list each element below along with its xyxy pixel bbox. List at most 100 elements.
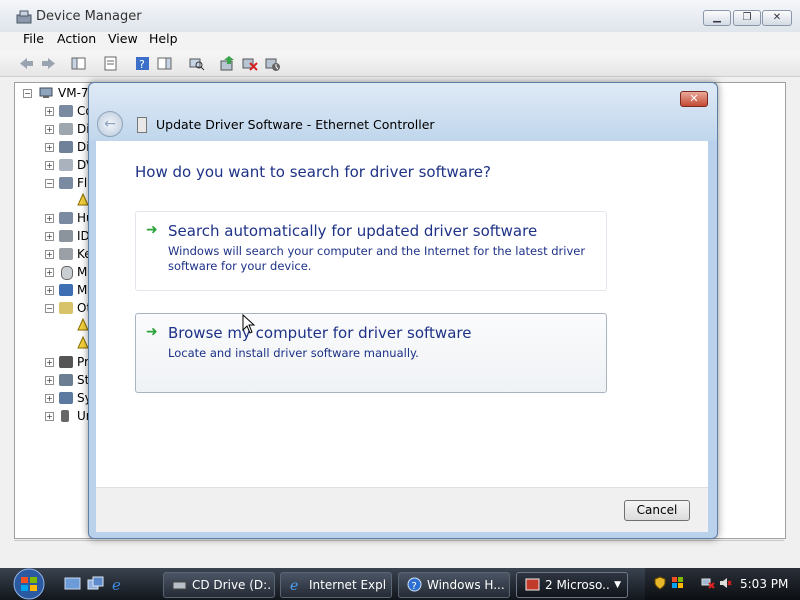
group-dropdown-icon[interactable]: ▼ <box>614 573 621 597</box>
properties-icon[interactable] <box>102 55 119 72</box>
search-automatically-option[interactable]: ➜ Search automatically for updated drive… <box>135 211 607 291</box>
device-icon <box>59 141 73 153</box>
menu-action[interactable]: Action <box>57 32 96 46</box>
close-icon: ✕ <box>772 12 782 23</box>
device-icon <box>59 230 73 242</box>
start-button-icon[interactable] <box>8 568 50 600</box>
show-hide-tree-icon[interactable] <box>70 55 87 72</box>
clock[interactable]: 5:03 PM <box>740 577 788 591</box>
window-title: Device Manager <box>36 9 142 24</box>
monitor-icon <box>59 284 73 296</box>
device-icon <box>59 123 73 135</box>
expand-icon[interactable]: + <box>45 376 54 385</box>
update-driver-icon[interactable] <box>219 55 236 72</box>
expand-icon[interactable]: + <box>45 143 54 152</box>
back-arrow-icon[interactable] <box>18 55 35 72</box>
maximize-button[interactable]: ❐ <box>733 10 761 26</box>
dialog-body: How do you want to search for driver sof… <box>96 141 708 487</box>
taskbar: e CD Drive (D:... e Internet Expl... ? W… <box>0 568 800 600</box>
collapse-icon[interactable]: − <box>45 304 54 313</box>
svg-text:?: ? <box>139 58 145 71</box>
update-driver-dialog: ✕ ← Update Driver Software - Ethernet Co… <box>88 82 718 539</box>
driver-icon <box>137 117 147 133</box>
help-icon: ? <box>407 577 422 592</box>
expand-icon[interactable]: + <box>45 125 54 134</box>
scan-hardware-icon[interactable] <box>188 55 205 72</box>
title-bar: Device Manager ▁ ❐ ✕ <box>0 0 800 32</box>
task-internet-explorer[interactable]: e Internet Expl... <box>280 572 392 598</box>
network-disconnected-icon[interactable] <box>701 576 715 590</box>
green-arrow-icon: ➜ <box>146 324 158 340</box>
unknown-device-icon <box>59 302 73 314</box>
internet-explorer-icon: e <box>290 578 298 592</box>
forward-arrow-icon[interactable] <box>40 55 57 72</box>
browse-computer-option[interactable]: ➜ Browse my computer for driver software… <box>135 313 607 393</box>
task-label: CD Drive (D:... <box>192 578 270 592</box>
menu-help[interactable]: Help <box>149 32 178 46</box>
expand-icon[interactable]: + <box>45 412 54 421</box>
maximize-icon: ❐ <box>742 12 752 23</box>
task-microsoft-group[interactable]: 2 Microso... ▼ <box>516 572 628 598</box>
help-icon[interactable]: ? <box>134 55 151 72</box>
minimize-button[interactable]: ▁ <box>703 10 731 26</box>
tree-root[interactable]: − VM-7 <box>15 85 95 101</box>
device-icon <box>59 212 73 224</box>
menu-view[interactable]: View <box>108 32 138 46</box>
dialog-question: How do you want to search for driver sof… <box>135 163 491 181</box>
expand-icon[interactable]: + <box>45 286 54 295</box>
disable-device-icon[interactable] <box>264 55 281 72</box>
option-description: Locate and install driver software manua… <box>168 346 419 360</box>
close-icon: ✕ <box>689 92 699 105</box>
option-title: Browse my computer for driver software <box>168 324 472 342</box>
show-desktop-icon[interactable] <box>64 576 81 592</box>
switch-windows-icon[interactable] <box>87 576 104 592</box>
back-button[interactable]: ← <box>97 111 123 137</box>
expand-icon[interactable]: + <box>45 358 54 367</box>
volume-icon[interactable] <box>718 576 732 590</box>
option-description: Windows will search your computer and th… <box>168 244 586 273</box>
computer-icon <box>39 87 53 98</box>
windows-flag-icon[interactable] <box>671 576 685 590</box>
action-pane-icon[interactable] <box>156 55 173 72</box>
mouse-cursor-icon <box>242 314 256 334</box>
keyboard-icon <box>59 248 73 260</box>
expand-icon[interactable]: + <box>45 107 54 116</box>
toolbar: ? <box>0 51 800 77</box>
device-icon <box>59 177 73 189</box>
status-bar <box>14 540 784 561</box>
tree-root-label: VM-7 <box>58 86 89 100</box>
management-console-icon <box>525 578 540 591</box>
task-cd-drive[interactable]: CD Drive (D:... <box>163 572 275 598</box>
expand-icon[interactable]: + <box>45 394 54 403</box>
dialog-title: Update Driver Software - Ethernet Contro… <box>156 117 435 132</box>
green-arrow-icon: ➜ <box>146 222 158 238</box>
collapse-icon[interactable]: − <box>23 89 32 98</box>
close-button[interactable]: ✕ <box>762 10 792 26</box>
svg-text:e: e <box>290 578 298 592</box>
back-arrow-icon: ← <box>104 116 116 132</box>
uninstall-icon[interactable] <box>241 55 258 72</box>
minimize-icon: ▁ <box>713 12 721 23</box>
collapse-icon[interactable]: − <box>45 179 54 188</box>
internet-explorer-icon[interactable]: e <box>110 576 127 592</box>
task-windows-help[interactable]: ? Windows H... <box>398 572 510 598</box>
expand-icon[interactable]: + <box>45 161 54 170</box>
expand-icon[interactable]: + <box>45 268 54 277</box>
system-icon <box>59 392 73 404</box>
security-shield-icon[interactable] <box>653 576 667 590</box>
tree-item-label: M <box>77 265 88 279</box>
svg-text:e: e <box>112 576 121 592</box>
storage-icon <box>59 374 73 386</box>
dialog-header: ✕ ← Update Driver Software - Ethernet Co… <box>89 83 717 141</box>
expand-icon[interactable]: + <box>45 232 54 241</box>
task-label: Windows H... <box>427 578 505 592</box>
dialog-close-button[interactable]: ✕ <box>680 91 708 107</box>
option-title: Search automatically for updated driver … <box>168 222 538 240</box>
menu-file[interactable]: File <box>23 32 44 46</box>
dialog-footer: Cancel <box>96 487 708 532</box>
cancel-button[interactable]: Cancel <box>624 500 690 521</box>
menu-bar: File Action View Help <box>0 32 800 51</box>
expand-icon[interactable]: + <box>45 214 54 223</box>
expand-icon[interactable]: + <box>45 250 54 259</box>
usb-icon <box>61 410 69 422</box>
